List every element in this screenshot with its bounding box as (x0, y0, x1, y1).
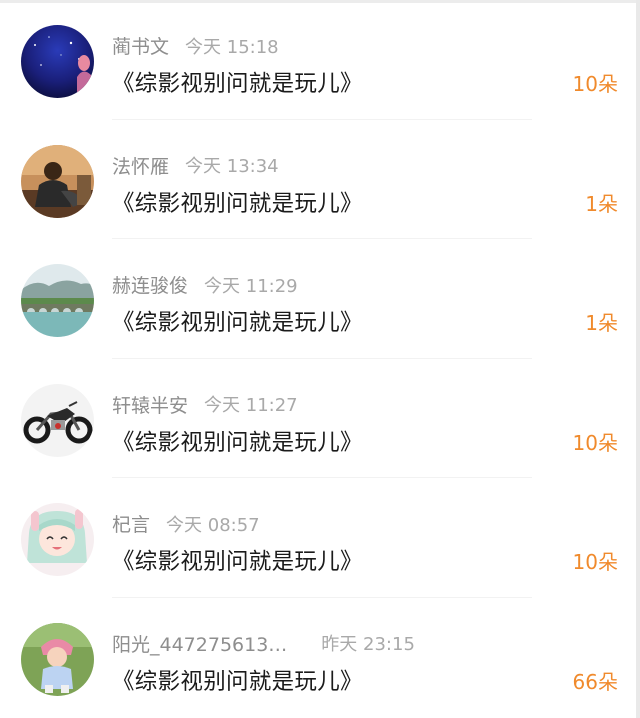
gift-amount: 10朵 (572, 430, 618, 455)
timestamp: 今天 11:27 (204, 395, 298, 416)
item-meta: 法怀雁 今天 13:34 (112, 152, 279, 178)
timestamp: 昨天 23:15 (321, 634, 415, 655)
gift-amount: 10朵 (572, 550, 618, 574)
item-meta: 轩辕半安 今天 11:27 (112, 391, 298, 417)
book-title[interactable]: 《综影视别问就是玩儿》 (112, 186, 363, 218)
night-sky-avatar-icon[interactable] (21, 25, 94, 98)
list-item[interactable]: 赫连骏俊 今天 11:29 《综影视别问就是玩儿》 1朵 (0, 239, 636, 359)
book-title[interactable]: 《综影视别问就是玩儿》 (112, 305, 363, 337)
user-name[interactable]: 轩辕半安 (112, 395, 188, 417)
item-meta: 杞言 今天 08:57 (112, 510, 260, 536)
book-title[interactable]: 《综影视别问就是玩儿》 (112, 66, 363, 98)
gift-record-list: 蔺书文 今天 15:18 《综影视别问就是玩儿》 10朵 法怀雁 今天 13:34 … (0, 0, 636, 717)
book-title[interactable]: 《综影视别问就是玩儿》 (112, 425, 363, 457)
gift-amount: 1朵 (585, 311, 618, 335)
timestamp: 今天 13:34 (185, 156, 279, 177)
list-item[interactable]: 阳光_447275613… 昨天 23:15 《综影视别问就是玩儿》 66朵 (0, 598, 636, 718)
anime-girl-avatar-icon[interactable] (21, 503, 94, 576)
motorcycle-avatar-icon[interactable] (21, 383, 94, 457)
user-name[interactable]: 杞言 (112, 514, 150, 536)
sitting-person-avatar-icon[interactable] (21, 144, 94, 218)
scrollbar-track[interactable] (636, 0, 640, 718)
bridge-landscape-avatar-icon[interactable] (21, 264, 94, 337)
timestamp: 今天 15:18 (185, 36, 279, 58)
list-item[interactable]: 蔺书文 今天 15:18 《综影视别问就是玩儿》 10朵 (0, 0, 636, 120)
user-name[interactable]: 阳光_447275613… (112, 634, 287, 656)
timestamp: 今天 11:29 (204, 275, 298, 297)
user-name[interactable]: 法怀雁 (112, 156, 169, 178)
list-item[interactable]: 杞言 今天 08:57 《综影视别问就是玩儿》 10朵 (0, 478, 636, 598)
toddler-photo-avatar-icon[interactable] (21, 622, 94, 696)
item-meta: 阳光_447275613… 昨天 23:15 (112, 630, 415, 656)
user-name[interactable]: 蔺书文 (112, 36, 169, 58)
gift-amount: 1朵 (585, 191, 618, 216)
user-name[interactable]: 赫连骏俊 (112, 275, 188, 297)
list-item[interactable]: 轩辕半安 今天 11:27 《综影视别问就是玩儿》 10朵 (0, 359, 636, 478)
gift-amount: 10朵 (572, 72, 618, 96)
item-meta: 赫连骏俊 今天 11:29 (112, 271, 298, 297)
item-meta: 蔺书文 今天 15:18 (112, 32, 279, 58)
list-item[interactable]: 法怀雁 今天 13:34 《综影视别问就是玩儿》 1朵 (0, 120, 636, 239)
book-title[interactable]: 《综影视别问就是玩儿》 (112, 544, 363, 576)
gift-amount: 66朵 (572, 669, 618, 694)
book-title[interactable]: 《综影视别问就是玩儿》 (112, 664, 363, 696)
timestamp: 今天 08:57 (166, 514, 260, 536)
